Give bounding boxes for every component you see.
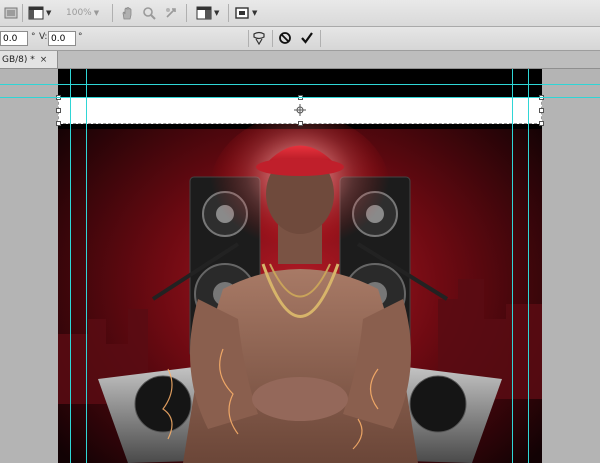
screen-layout-button[interactable]: ▼ (196, 4, 219, 22)
chevron-down-icon: ▼ (252, 9, 258, 17)
warp-toggle-button[interactable] (252, 31, 266, 48)
vertical-skew-label: V: (39, 32, 48, 42)
transform-handle-middle-right[interactable] (539, 108, 544, 113)
rotate-view-button[interactable] (164, 4, 178, 22)
transform-handle-bottom-center[interactable] (298, 121, 303, 126)
artwork-image (58, 69, 542, 463)
vertical-guide[interactable] (512, 69, 513, 463)
toolbar-separator (228, 4, 229, 22)
zoom-icon (143, 7, 156, 20)
warp-icon (253, 31, 265, 46)
vertical-guide[interactable] (86, 69, 87, 463)
arrange-documents-button[interactable]: ▼ (28, 4, 51, 22)
launch-bridge-button[interactable] (4, 4, 18, 22)
arrange-icon (196, 6, 212, 20)
chevron-down-icon: ▼ (46, 9, 52, 17)
toolbar-separator (112, 4, 113, 22)
canvas-area[interactable] (0, 69, 600, 463)
horizontal-skew-field[interactable] (0, 31, 28, 46)
horizontal-skew-unit: ° (31, 32, 36, 42)
chevron-down-icon: ▼ (93, 9, 100, 17)
zoom-tool-button[interactable] (142, 4, 156, 22)
vertical-guide[interactable] (70, 69, 71, 463)
hand-icon (122, 7, 132, 20)
arrange-icon (28, 6, 44, 20)
vertical-skew-unit: ° (78, 32, 83, 42)
chevron-down-icon: ▼ (214, 9, 220, 17)
bridge-icon (4, 7, 18, 19)
horizontal-guide[interactable] (0, 97, 600, 98)
vertical-guide[interactable] (528, 69, 529, 463)
document-canvas[interactable] (58, 69, 542, 463)
reference-point-icon[interactable] (294, 104, 306, 116)
screen-mode-icon (235, 7, 249, 19)
rotate-view-icon (166, 8, 176, 18)
options-bar: ° V: ° (0, 27, 600, 51)
document-tab[interactable]: GB/8) * × (0, 51, 58, 68)
vertical-skew-field[interactable] (48, 31, 76, 46)
document-tab-title: GB/8) * (2, 54, 35, 65)
horizontal-guide[interactable] (0, 84, 600, 85)
cancel-icon (279, 32, 291, 44)
hand-tool-button[interactable] (120, 4, 134, 22)
cancel-transform-button[interactable] (278, 31, 292, 48)
document-tab-bar: GB/8) * × (0, 51, 600, 69)
toolbar-separator (22, 4, 23, 22)
close-icon[interactable]: × (40, 55, 48, 65)
options-separator (248, 30, 249, 47)
transform-handle-middle-left[interactable] (56, 108, 61, 113)
transform-handle-bottom-right[interactable] (539, 121, 544, 126)
commit-transform-button[interactable] (300, 31, 314, 48)
toolbar-separator (186, 4, 187, 22)
screen-mode-button[interactable]: ▼ (234, 4, 257, 22)
transform-handle-bottom-left[interactable] (56, 121, 61, 126)
commit-icon (301, 32, 313, 44)
application-bar: ▼ 100% ▼ ▼ ▼ (0, 0, 600, 27)
zoom-level-value: 100% (66, 8, 92, 18)
zoom-level-dropdown[interactable]: 100% ▼ (66, 4, 99, 22)
options-separator (320, 30, 321, 47)
options-separator (272, 30, 273, 47)
